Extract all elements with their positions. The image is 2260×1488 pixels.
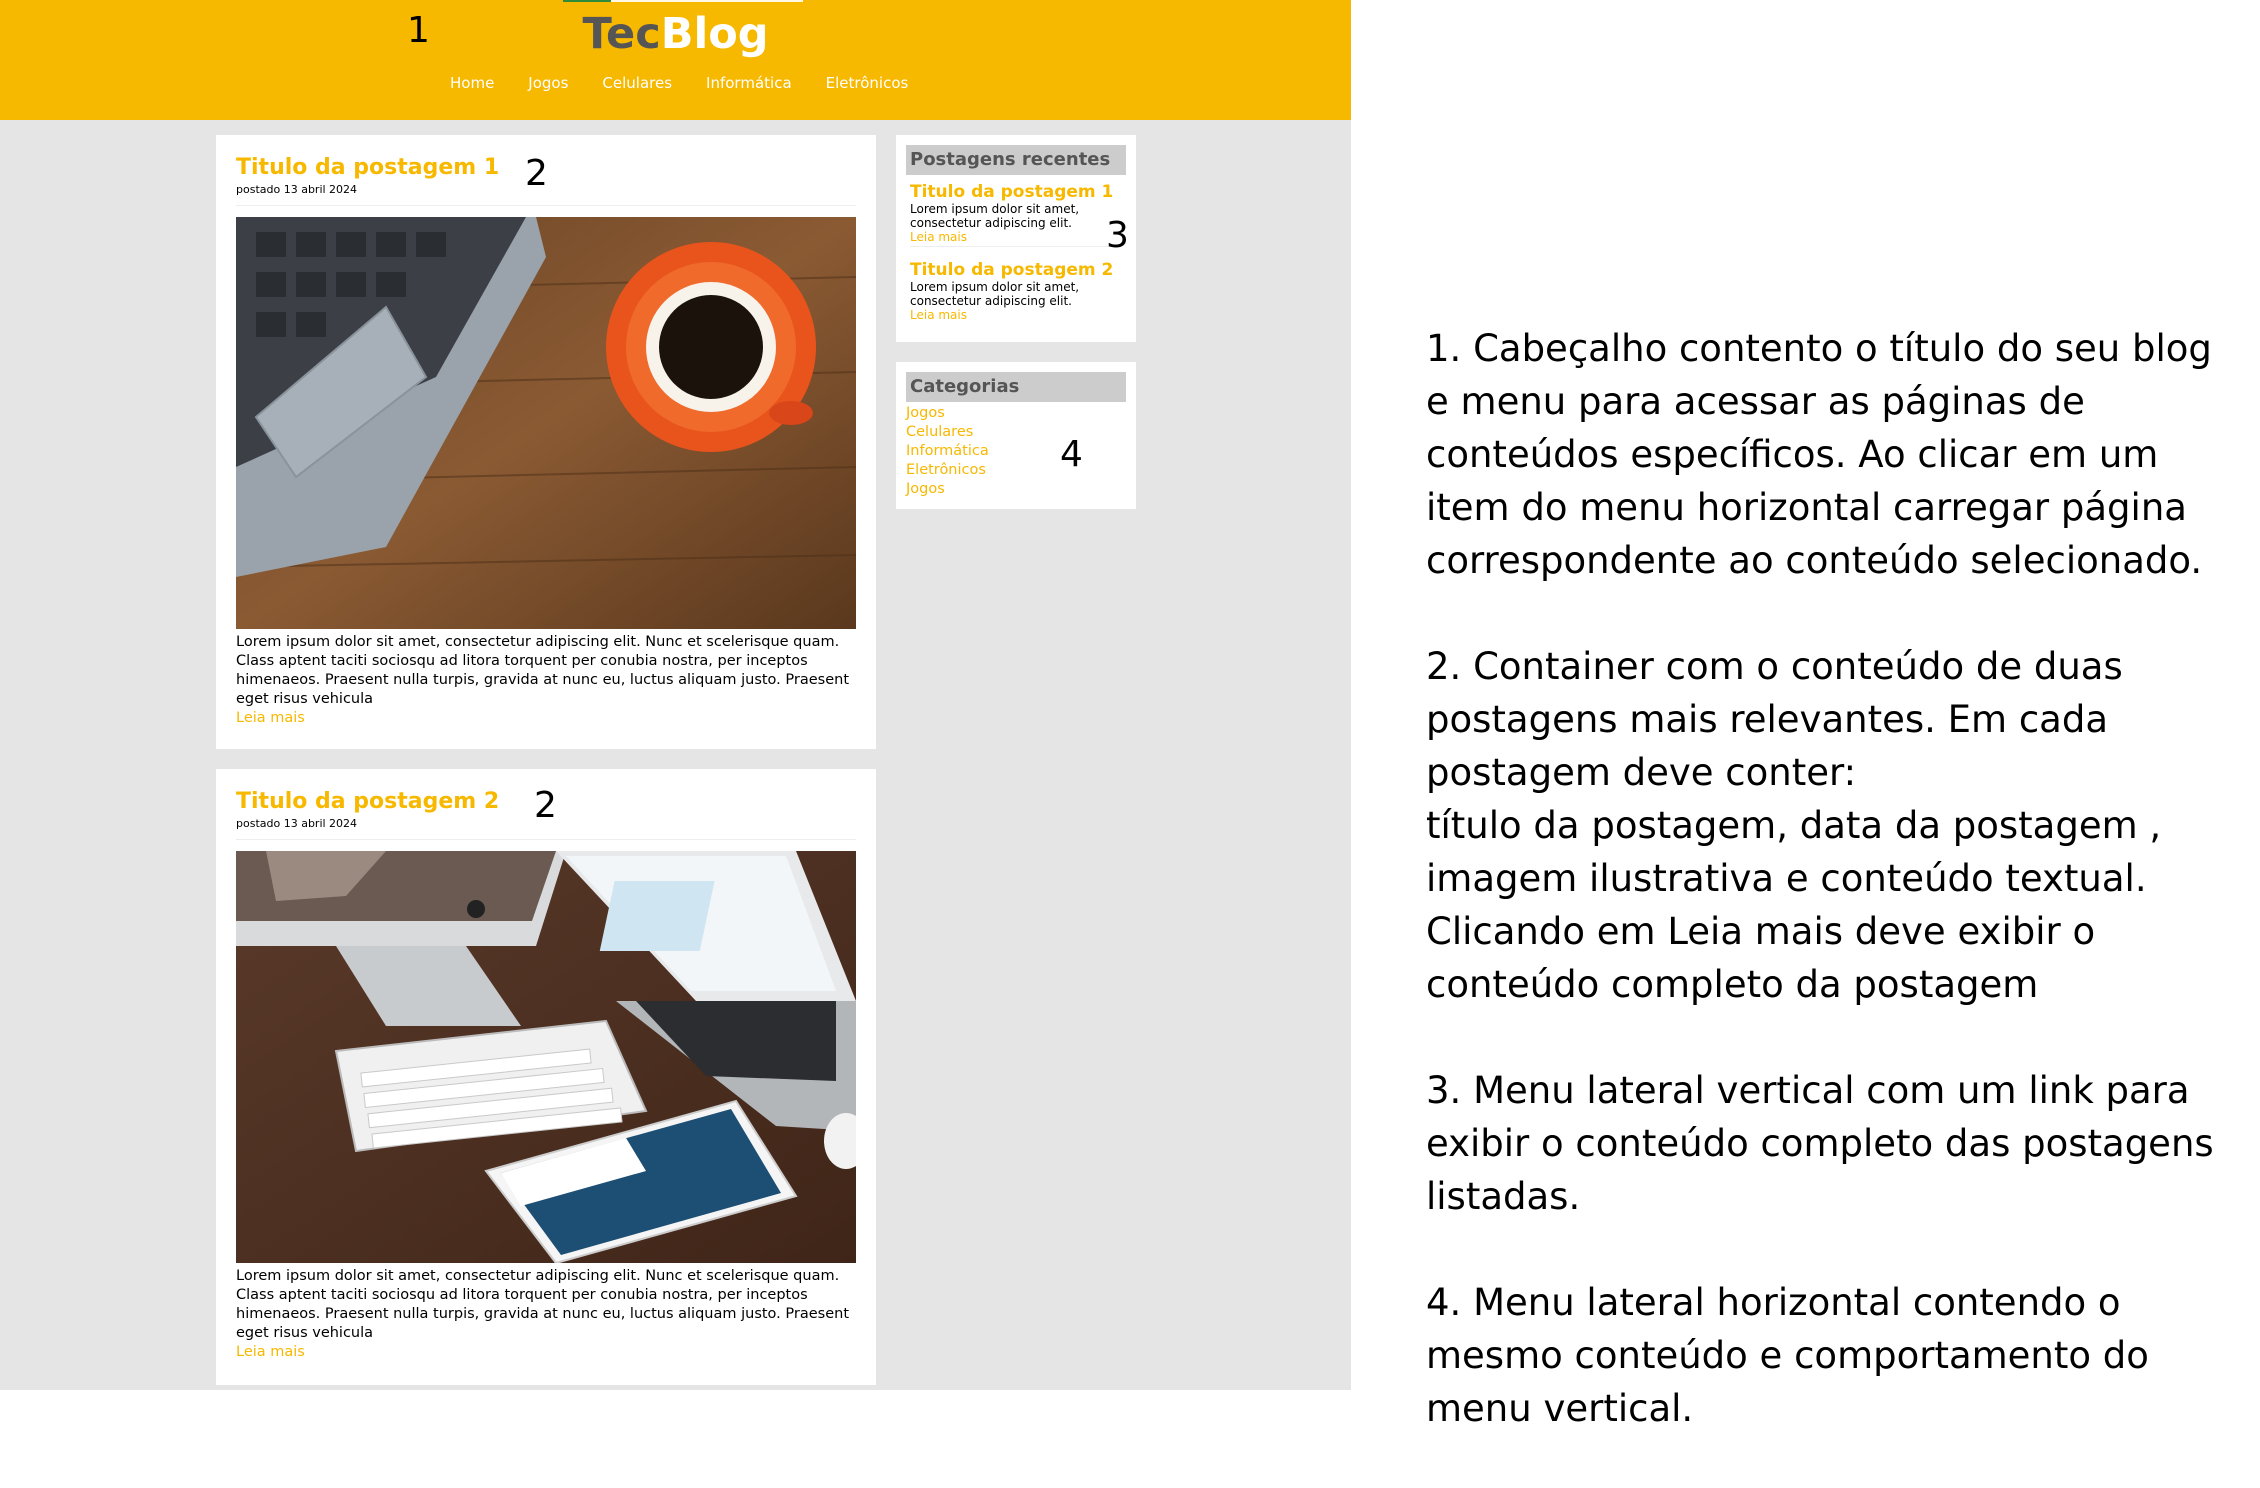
recent-post-read-more[interactable]: Leia mais (910, 308, 1120, 322)
sidebar-heading-categories: Categorias (906, 372, 1126, 402)
requirement-4: 4. Menu lateral horizontal contendo o me… (1426, 1281, 2149, 1430)
annotation-number-2: 2 (525, 153, 548, 194)
recent-post-excerpt: Lorem ipsum dolor sit amet, consectetur … (910, 280, 1080, 308)
requirement-2-read-more: Clicando em Leia mais deve exibir o cont… (1426, 910, 2096, 1006)
post-date: postado 13 abril 2024 (236, 817, 358, 830)
nav-item-home[interactable]: Home (450, 74, 494, 92)
site-header: TecBlog Home Jogos Celulares Informática… (0, 0, 1351, 120)
post-date: postado 13 abril 2024 (236, 183, 358, 196)
annotation-number-3: 3 (1106, 215, 1129, 256)
post-title[interactable]: Titulo da postagem 1 (236, 155, 499, 180)
annotation-number-1: 1 (407, 10, 430, 51)
post-card-1: Titulo da postagem 1 postado 13 abril 20… (216, 135, 876, 749)
nav-item-eletronicos[interactable]: Eletrônicos (826, 74, 909, 92)
blog-title-blog: Blog (660, 9, 769, 59)
recent-post-title[interactable]: Titulo da postagem 2 (910, 260, 1120, 280)
blog-title[interactable]: TecBlog (0, 6, 1351, 62)
nav-item-jogos[interactable]: Jogos (528, 74, 568, 92)
sidebar-categories: Categorias Jogos Celulares Informática E… (896, 362, 1136, 509)
recent-post-read-more[interactable]: Leia mais (910, 230, 1120, 244)
coffee-cup-laptop-image (236, 217, 856, 629)
category-link-eletronicos[interactable]: Eletrônicos (906, 461, 986, 480)
nav-item-informatica[interactable]: Informática (706, 74, 792, 92)
requirements-description: 1. Cabeçalho contento o título do seu bl… (1426, 322, 2246, 1488)
requirement-3: 3. Menu lateral vertical com um link par… (1426, 1069, 2214, 1218)
annotation-number-2: 2 (534, 785, 557, 826)
recent-post-title[interactable]: Titulo da postagem 1 (910, 182, 1120, 202)
header-top-line-accent (563, 0, 611, 2)
post-card-2: Titulo da postagem 2 postado 13 abril 20… (216, 769, 876, 1385)
sidebar-recent-posts: Postagens recentes Titulo da postagem 1 … (896, 135, 1136, 342)
recent-post-item: Titulo da postagem 2 Lorem ipsum dolor s… (910, 260, 1120, 322)
category-link-celulares[interactable]: Celulares (906, 423, 973, 442)
recent-post-item: Titulo da postagem 1 Lorem ipsum dolor s… (910, 182, 1120, 247)
read-more-link[interactable]: Leia mais (236, 709, 856, 728)
read-more-link[interactable]: Leia mais (236, 1343, 856, 1362)
sidebar-heading-recent: Postagens recentes (906, 145, 1126, 175)
blog-mockup: TecBlog Home Jogos Celulares Informática… (0, 0, 1351, 1390)
recent-post-excerpt: Lorem ipsum dolor sit amet, consectetur … (910, 202, 1080, 230)
nav-item-celulares[interactable]: Celulares (602, 74, 672, 92)
divider (910, 246, 1120, 247)
divider (236, 839, 856, 840)
category-link-informatica[interactable]: Informática (906, 442, 989, 461)
requirement-2-fields: título da postagem, data da postagem , i… (1426, 804, 2162, 900)
requirement-2: 2. Container com o conteúdo de duas post… (1426, 640, 2246, 1011)
post-body: Lorem ipsum dolor sit amet, consectetur … (236, 1267, 856, 1362)
blog-title-tec: Tec (582, 9, 661, 59)
imac-macbook-ipad-image (236, 851, 856, 1263)
category-link-jogos[interactable]: Jogos (906, 404, 945, 423)
post-body-text: Lorem ipsum dolor sit amet, consectetur … (236, 634, 850, 707)
category-link-jogos[interactable]: Jogos (906, 480, 945, 499)
post-body: Lorem ipsum dolor sit amet, consectetur … (236, 633, 856, 728)
requirement-1: 1. Cabeçalho contento o título do seu bl… (1426, 327, 2212, 582)
post-body-text: Lorem ipsum dolor sit amet, consectetur … (236, 1268, 850, 1341)
main-nav: Home Jogos Celulares Informática Eletrôn… (450, 74, 908, 92)
requirement-2-intro: 2. Container com o conteúdo de duas post… (1426, 645, 2123, 794)
divider (236, 205, 856, 206)
post-title[interactable]: Titulo da postagem 2 (236, 789, 499, 814)
annotation-number-4: 4 (1060, 434, 1083, 475)
